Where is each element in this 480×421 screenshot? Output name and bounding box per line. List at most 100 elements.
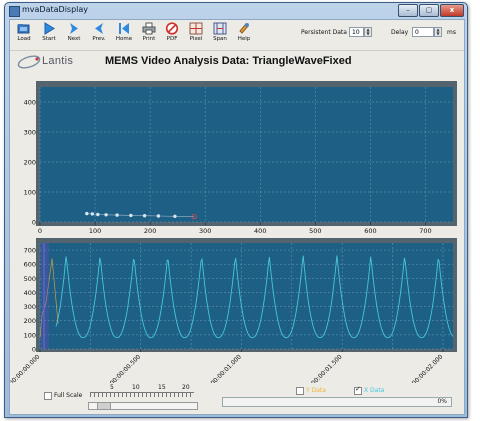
minimize-button[interactable]: – <box>398 4 418 17</box>
top-data-point <box>104 213 108 217</box>
print-label: Print <box>142 36 156 42</box>
top-data-point <box>173 214 177 218</box>
top-scatter-chart[interactable]: 0 100 200 300 400 500 600 700 0 100 200 300 400 <box>24 81 457 235</box>
top-x-tick-label: 600 <box>364 227 376 235</box>
x-data-label: X Data <box>364 387 385 394</box>
help-label: Help <box>237 36 251 42</box>
top-x-tick-label: 400 <box>254 227 266 235</box>
play-icon <box>44 22 55 35</box>
bottom-x-tick-label: 00:00:00.500 <box>109 353 143 383</box>
start-button[interactable]: Start <box>37 22 61 49</box>
top-x-tick-label: 700 <box>419 227 431 235</box>
client-area: Load Start Next Prev. Home Print PDF Pix… <box>9 19 465 415</box>
top-plot-background <box>40 87 453 222</box>
span-button[interactable]: Span <box>208 22 232 49</box>
bottom-y-tick-label: 0 <box>32 346 36 354</box>
printer-icon <box>142 22 156 35</box>
progress-text: 0% <box>437 398 447 405</box>
span-icon <box>213 22 227 35</box>
zoom-scrollbar[interactable] <box>88 402 198 410</box>
chart-title: MEMS Video Analysis Data: TriangleWaveFi… <box>105 55 352 67</box>
bottom-y-tick-label: 500 <box>24 275 36 283</box>
lantis-logo: Lantis <box>16 54 94 70</box>
top-data-point <box>129 213 133 218</box>
app-window: mvaDataDisplay – ▢ x Load Start Next Pre… <box>4 2 468 418</box>
top-y-tick-label: 200 <box>24 159 36 167</box>
top-x-tick-label: 200 <box>144 227 156 235</box>
top-y-tick-label: 0 <box>32 219 36 227</box>
y-data-label: Y Data <box>306 387 326 394</box>
home-label: Home <box>115 36 133 42</box>
x-data-checkbox[interactable] <box>354 385 362 395</box>
start-label: Start <box>42 36 56 42</box>
home-icon <box>119 23 129 34</box>
prev-label: Prev. <box>92 36 106 42</box>
title-bar[interactable]: mvaDataDisplay – ▢ x <box>5 3 467 19</box>
zoom-scrollbar-thumb[interactable] <box>97 403 111 409</box>
top-data-point <box>96 212 100 217</box>
top-data-point <box>85 211 89 216</box>
logo-text: Lantis <box>42 55 74 67</box>
top-x-tick-label: 300 <box>199 227 211 235</box>
top-data-point <box>142 213 147 218</box>
plots-area: 0 100 200 300 400 500 600 700 0 100 200 300 400 0 100… <box>10 81 457 383</box>
bottom-plot-background <box>40 243 453 349</box>
bottom-y-tick-label: 100 <box>24 331 36 339</box>
y-data-checkbox[interactable] <box>296 387 304 395</box>
load-label: Load <box>17 36 31 42</box>
bottom-x-tick-label: 00:00:01.000 <box>209 353 243 383</box>
pdf-icon <box>165 22 179 35</box>
chart-header: Lantis MEMS Video Analysis Data: Triangl… <box>10 51 464 73</box>
slider-tick-label: 15 <box>158 384 166 391</box>
bottom-x-tick-label: 00:00:01.500 <box>310 353 344 383</box>
app-icon <box>9 6 20 17</box>
pixel-grid-icon <box>189 22 203 35</box>
delay-input[interactable]: 0 <box>412 27 434 37</box>
persistent-data-input[interactable]: 10 <box>349 27 364 37</box>
pdf-button[interactable]: PDF <box>160 22 184 49</box>
top-x-tick-label: 100 <box>89 227 101 235</box>
home-button[interactable]: Home <box>112 22 136 49</box>
load-button[interactable]: Load <box>12 22 36 49</box>
delay-unit: ms <box>447 29 456 36</box>
slider-tick-label: 10 <box>132 384 140 391</box>
print-button[interactable]: Print <box>137 22 161 49</box>
zoom-slider-track[interactable] <box>90 392 194 399</box>
bottom-x-tick-label: 00:00:02.000 <box>411 353 445 383</box>
bottom-y-tick-label: 200 <box>24 317 36 325</box>
persistent-data-spinner[interactable]: ▲ ▼ <box>364 27 372 37</box>
top-data-point <box>90 212 95 216</box>
delay-spinner[interactable]: ▲ ▼ <box>434 27 442 37</box>
bottom-line-chart[interactable]: 0 100 200 300 400 500 600 700 00:00:00.000 00:00:… <box>10 238 457 383</box>
delay-label: Delay <box>391 29 409 36</box>
pdf-label: PDF <box>166 36 178 42</box>
maximize-button[interactable]: ▢ <box>419 4 439 17</box>
top-y-tick-label: 400 <box>24 99 36 107</box>
next-icon <box>70 23 78 34</box>
prev-button[interactable]: Prev. <box>87 22 111 49</box>
help-button[interactable]: Help <box>232 22 256 49</box>
slider-tick-label: 5 <box>110 384 114 391</box>
full-scale-label: Full Scale <box>54 392 83 399</box>
pixel-button[interactable]: Pixel <box>184 22 208 49</box>
toolbar: Load Start Next Prev. Home Print PDF Pix… <box>10 20 464 51</box>
persistent-data-label: Persistent Data <box>301 29 347 36</box>
top-y-tick-label: 100 <box>24 189 36 197</box>
bottom-controls: Full Scale 5 10 15 20 Y Data X Data 0% <box>10 382 464 414</box>
full-scale-checkbox[interactable] <box>44 392 52 400</box>
bottom-y-tick-label: 600 <box>24 261 36 269</box>
help-icon <box>239 23 249 34</box>
span-label: Span <box>213 36 227 42</box>
bottom-y-tick-label: 700 <box>24 247 36 255</box>
bottom-y-tick-label: 400 <box>24 289 36 297</box>
logo-orbit-icon <box>17 55 41 69</box>
bottom-x-tick-label: 00:00:00.000 <box>10 353 42 383</box>
next-button[interactable]: Next <box>62 22 86 49</box>
top-data-point <box>115 213 119 217</box>
close-button[interactable]: x <box>440 4 464 17</box>
next-label: Next <box>67 36 81 42</box>
top-y-tick-label: 300 <box>24 129 36 137</box>
window-title: mvaDataDisplay <box>22 5 89 14</box>
slider-tick-label: 20 <box>182 384 190 391</box>
pixel-label: Pixel <box>189 36 203 42</box>
